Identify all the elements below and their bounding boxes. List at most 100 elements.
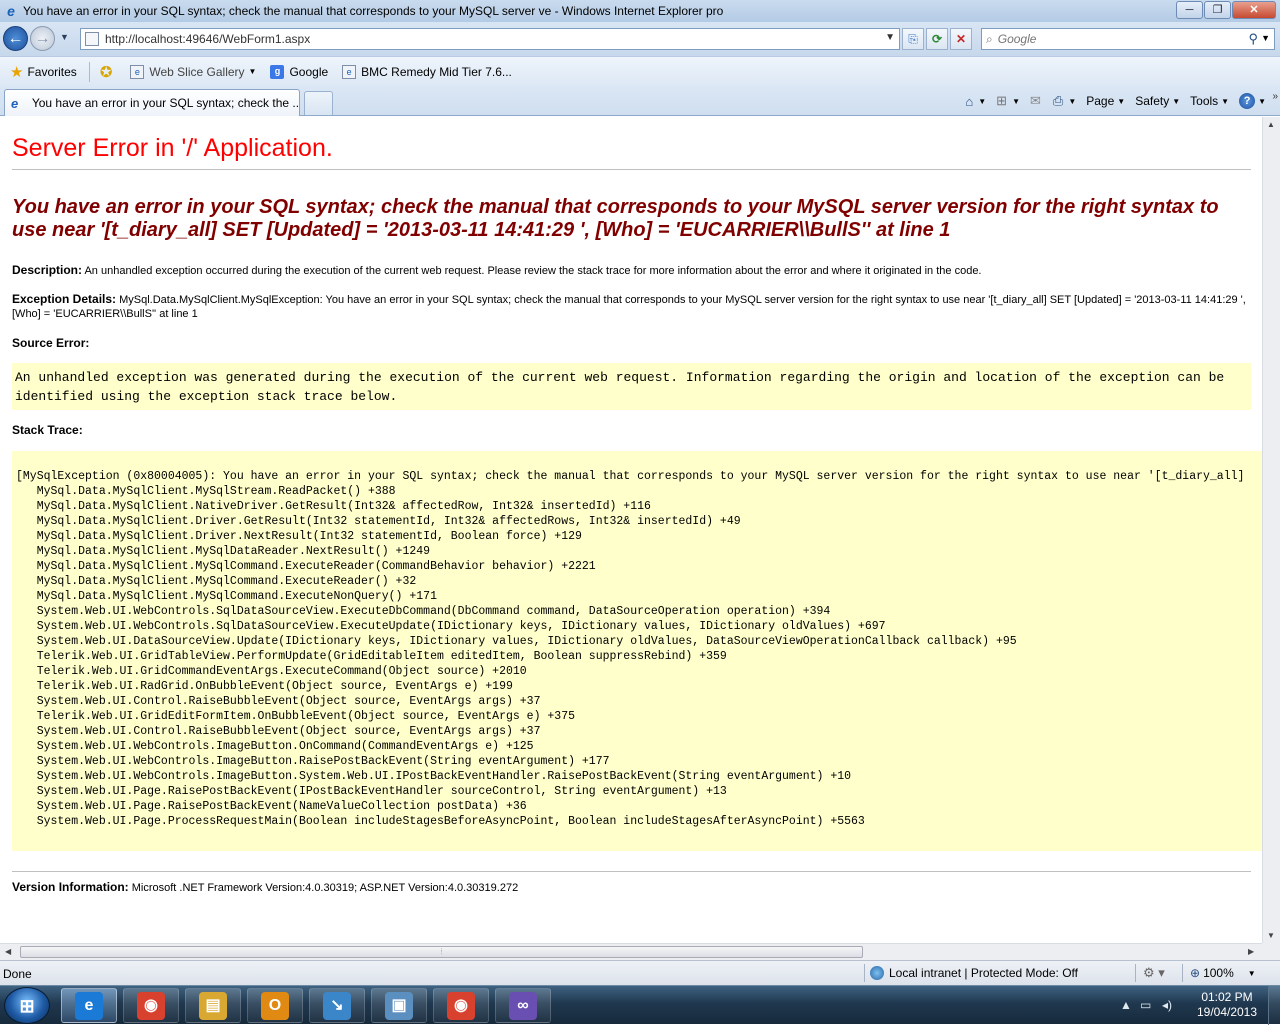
remote-desktop-icon: ▣	[385, 991, 413, 1020]
version-information: Version Information: Microsoft .NET Fram…	[12, 880, 1262, 894]
taskbar-app-file-explorer[interactable]: ▤	[185, 988, 241, 1023]
tools-menu[interactable]: Tools ▼	[1186, 90, 1233, 112]
protected-mode-icon[interactable]: ⚙ ▾	[1143, 965, 1165, 981]
stop-button[interactable]: ✕	[950, 28, 972, 50]
address-bar[interactable]: http://localhost:49646/WebForm1.aspx ▼	[80, 28, 900, 50]
favorites-item-web-slice-gallery[interactable]: e Web Slice Gallery ▼	[126, 61, 260, 83]
search-options-dropdown[interactable]: ▼	[1261, 33, 1270, 43]
scroll-up-icon[interactable]: ▲	[1267, 120, 1275, 129]
favorites-label: Favorites	[27, 64, 77, 79]
address-dropdown-icon[interactable]: ▼	[885, 32, 895, 43]
description-section: Description: An unhandled exception occu…	[12, 263, 1252, 278]
taskbar-app-chrome[interactable]: ◉	[123, 988, 179, 1023]
version-label: Version Information:	[12, 880, 129, 894]
forward-arrow-icon: →	[34, 30, 51, 47]
minimize-button[interactable]: ─	[1176, 1, 1203, 19]
version-text: Microsoft .NET Framework Version:4.0.303…	[131, 882, 519, 894]
windows-taskbar: ⊞ e ◉ ▤ O ↘ ▣ ◉ ∞ ▲ ▭ ◂) 01:02 PM 19/04/2013	[0, 985, 1280, 1025]
horizontal-scrollbar[interactable]: ◀ ⦙ ▶	[0, 943, 1262, 960]
favorites-button[interactable]: ★ Favorites	[6, 61, 81, 83]
start-button[interactable]: ⊞	[4, 987, 50, 1024]
chevron-down-icon[interactable]: ▼	[978, 97, 986, 106]
add-favorite-icon: ✪	[99, 63, 113, 81]
address-url[interactable]: http://localhost:49646/WebForm1.aspx	[105, 32, 310, 46]
search-icon[interactable]: ⚲	[1248, 31, 1258, 47]
compatibility-view-icon: ⎘	[908, 32, 918, 46]
print-button[interactable]: ⎙ ▼	[1049, 90, 1080, 112]
home-button[interactable]: ⌂ ▼	[961, 90, 990, 112]
show-hidden-icons-icon[interactable]: ▲	[1120, 998, 1132, 1012]
taskbar-app-remote-desktop[interactable]: ▣	[371, 988, 427, 1023]
horizontal-scroll-thumb[interactable]: ⦙	[20, 946, 863, 958]
safety-menu[interactable]: Safety ▼	[1131, 90, 1184, 112]
scroll-left-icon[interactable]: ◀	[5, 947, 11, 956]
chrome-icon: ◉	[137, 991, 165, 1020]
divider	[12, 871, 1251, 872]
system-clock[interactable]: 01:02 PM 19/04/2013	[1186, 990, 1268, 1020]
rss-feed-icon: ⊞	[996, 93, 1008, 108]
back-button[interactable]: ←	[3, 26, 28, 51]
chevron-down-icon: ▼	[1172, 96, 1181, 106]
recent-pages-dropdown[interactable]: ▼	[60, 32, 69, 42]
favorites-item-google[interactable]: g Google	[266, 61, 332, 83]
stack-trace-line: System.Web.UI.WebControls.ImageButton.Sy…	[16, 770, 852, 783]
search-box[interactable]: ⌕ ⚲ ▼	[981, 28, 1275, 50]
favorites-item-label: Google	[289, 64, 329, 79]
zoom-control[interactable]: ⊕ 100% ▼	[1190, 966, 1256, 980]
taskbar-app-outlook[interactable]: O	[247, 988, 303, 1023]
scroll-down-icon[interactable]: ▼	[1267, 931, 1275, 940]
show-desktop-button[interactable]	[1268, 986, 1280, 1025]
divider	[12, 169, 1251, 170]
scroll-right-icon[interactable]: ▶	[1248, 947, 1254, 956]
vertical-scrollbar[interactable]: ▲ ▼	[1262, 117, 1280, 943]
tools-menu-label: Tools	[1190, 94, 1219, 108]
taskbar-app-visual-studio[interactable]: ∞	[495, 988, 551, 1023]
printer-icon: ⎙	[1052, 93, 1064, 108]
web-slice-icon: e	[130, 64, 145, 79]
volume-icon[interactable]: ◂)	[1162, 998, 1172, 1012]
source-error-box: An unhandled exception was generated dur…	[12, 363, 1251, 410]
stack-trace-line: MySql.Data.MySqlClient.MySqlCommand.Exec…	[16, 590, 437, 603]
tab-active[interactable]: e You have an error in your SQL syntax; …	[4, 89, 300, 116]
page-title: Server Error in '/' Application.	[12, 134, 333, 162]
taskbar-app-internet-explorer[interactable]: e	[61, 988, 117, 1023]
stack-trace-line: System.Web.UI.Page.RaisePostBackEvent(Na…	[16, 800, 527, 813]
page-menu-label: Page	[1086, 94, 1115, 108]
status-divider	[1135, 964, 1136, 982]
forward-button[interactable]: →	[30, 26, 55, 51]
feeds-button[interactable]: ⊞ ▼	[992, 90, 1024, 112]
refresh-button[interactable]: ⟳	[926, 28, 948, 50]
more-commands-icon[interactable]: »	[1272, 91, 1278, 102]
status-divider	[1182, 964, 1183, 982]
add-to-favorites-bar-button[interactable]: ✪	[96, 61, 121, 83]
windows-logo-icon: ⊞	[19, 996, 35, 1016]
window-titlebar[interactable]: e You have an error in your SQL syntax; …	[0, 0, 1280, 22]
stack-trace-line: System.Web.UI.Page.ProcessRequestMain(Bo…	[16, 815, 865, 828]
compatibility-view-button[interactable]: ⎘	[902, 28, 924, 50]
security-zone[interactable]: Local intranet | Protected Mode: Off	[870, 966, 1078, 980]
internet-explorer-icon: e	[75, 991, 103, 1020]
network-icon[interactable]: ▭	[1140, 998, 1151, 1012]
taskbar-app-remote-app[interactable]: ↘	[309, 988, 365, 1023]
read-mail-button[interactable]: ✉	[1026, 90, 1047, 112]
new-tab-button[interactable]	[304, 91, 333, 115]
stack-trace-line: Telerik.Web.UI.GridEditFormItem.OnBubble…	[16, 710, 575, 723]
taskbar-app-chrome[interactable]: ◉	[433, 988, 489, 1023]
search-input[interactable]	[997, 32, 1238, 46]
favorites-item-bmc-remedy[interactable]: e BMC Remedy Mid Tier 7.6...	[338, 61, 516, 83]
outlook-icon: O	[261, 991, 289, 1020]
ie-page-icon: e	[342, 64, 357, 79]
stack-trace-line: MySql.Data.MySqlClient.Driver.GetResult(…	[16, 515, 741, 528]
command-bar: ⌂ ▼ ⊞ ▼ ✉ ⎙ ▼ Page ▼ Safety ▼ Tools ▼ ? ▼	[961, 89, 1270, 113]
chevron-down-icon[interactable]: ▼	[1068, 97, 1076, 106]
stack-trace-box: [MySqlException (0x80004005): You have a…	[12, 451, 1262, 851]
page-menu[interactable]: Page ▼	[1082, 90, 1129, 112]
maximize-button[interactable]: ❐	[1204, 1, 1231, 19]
intranet-globe-icon	[870, 966, 884, 980]
stack-trace-line: MySql.Data.MySqlClient.MySqlDataReader.N…	[16, 545, 431, 558]
help-menu[interactable]: ? ▼	[1235, 90, 1270, 112]
close-button[interactable]: ✕	[1232, 1, 1276, 19]
chevron-down-icon[interactable]: ▼	[1248, 969, 1256, 978]
stack-trace-line: System.Web.UI.WebControls.ImageButton.Ra…	[16, 755, 610, 768]
chevron-down-icon[interactable]: ▼	[1012, 97, 1020, 106]
